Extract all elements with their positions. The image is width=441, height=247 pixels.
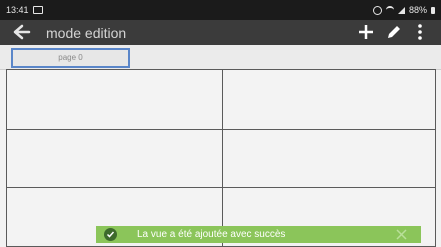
- view-grid: [6, 69, 436, 247]
- image-icon: [33, 6, 43, 14]
- edit-pencil-icon[interactable]: [385, 23, 403, 41]
- more-vert-icon[interactable]: [414, 23, 426, 41]
- battery-percent: 88%: [408, 5, 427, 15]
- wifi-icon: [385, 6, 394, 14]
- battery-icon: [431, 6, 435, 14]
- grid-cell[interactable]: [6, 69, 223, 130]
- status-right-group: 88%: [372, 5, 435, 15]
- success-snackbar: La vue a été ajoutée avec succès: [96, 226, 421, 243]
- status-bar: 13:41 88%: [0, 0, 441, 20]
- alarm-icon: [372, 5, 382, 15]
- app-title: mode edition: [46, 25, 127, 41]
- grid-cell[interactable]: [222, 69, 436, 130]
- add-icon[interactable]: [357, 23, 375, 41]
- grid-cell[interactable]: [6, 129, 223, 188]
- app-bar: mode edition: [0, 20, 441, 45]
- tab-page-0[interactable]: page 0: [11, 48, 130, 68]
- snackbar-message: La vue a été ajoutée avec succès: [137, 229, 286, 240]
- close-icon[interactable]: [396, 229, 407, 240]
- page-tab-bar: page 0: [0, 45, 441, 70]
- status-time: 13:41: [6, 5, 29, 15]
- grid-cell[interactable]: [222, 129, 436, 188]
- signal-icon: [397, 6, 405, 14]
- back-arrow-icon[interactable]: [13, 23, 31, 41]
- check-circle-icon: [104, 228, 117, 241]
